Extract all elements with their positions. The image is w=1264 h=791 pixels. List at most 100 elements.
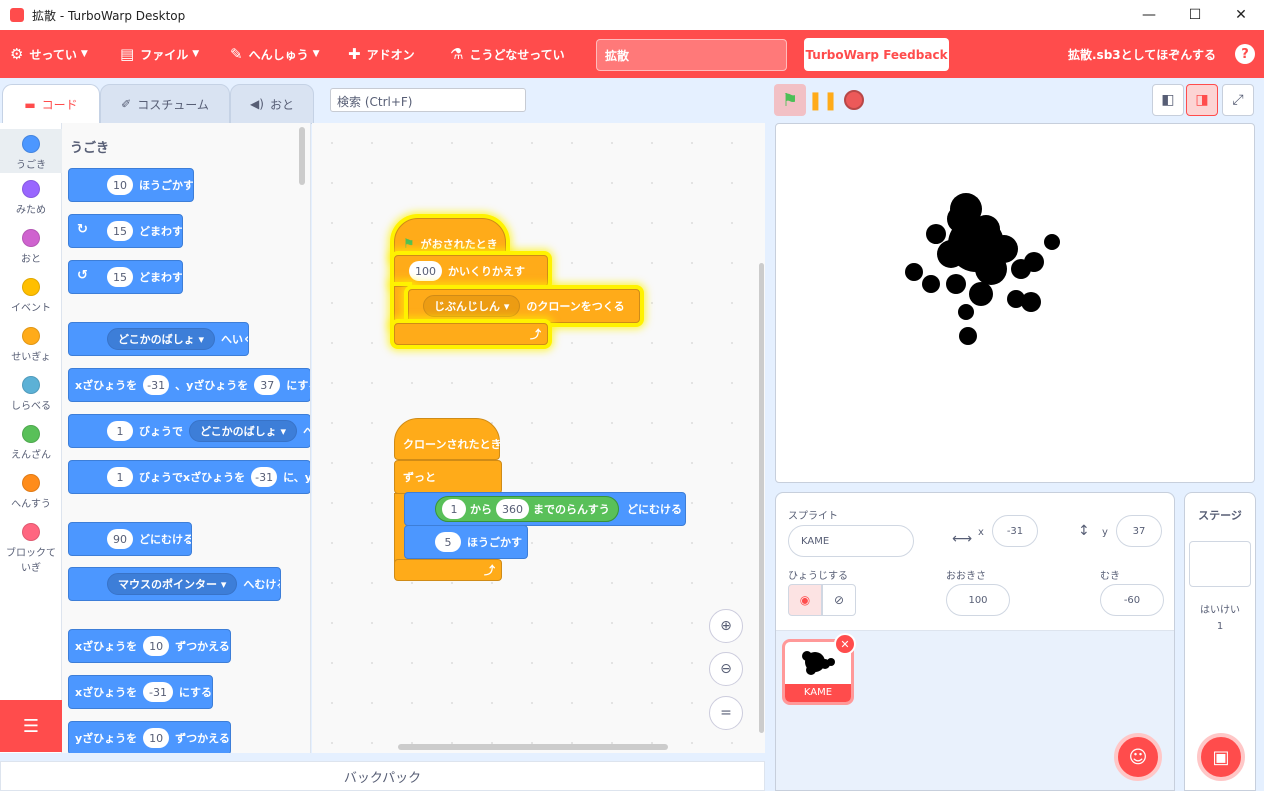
zoom-reset-button[interactable]: =	[709, 696, 743, 730]
repeat-block[interactable]: 100 かいくりかえす	[394, 255, 548, 287]
choose-sprite-button[interactable]: ☺	[1114, 733, 1162, 781]
when-cloned-block[interactable]: クローンされたとき	[394, 418, 501, 460]
stage-selector[interactable]: ステージ はいけい 1 ▣	[1184, 492, 1256, 791]
x-input[interactable]: -31	[992, 515, 1038, 547]
category-motion[interactable]: うごき	[0, 129, 62, 173]
category-operators[interactable]: えんざん	[0, 425, 62, 461]
category-myblocks[interactable]: ブロックていぎ	[0, 523, 62, 574]
small-stage-button[interactable]: ◧	[1152, 84, 1184, 116]
point-towards-block[interactable]: マウスのポインター ▾ へむける	[68, 567, 281, 601]
palette-scrollbar[interactable]	[299, 127, 305, 185]
change-x-block[interactable]: xざひょうを 10 ずつかえる	[68, 629, 231, 663]
zoom-out-button[interactable]: ⊖	[709, 652, 743, 686]
y-input[interactable]: 37	[1116, 515, 1162, 547]
turn-left-block[interactable]: ↺ 15 どまわす	[68, 260, 183, 294]
size-label: おおきさ	[946, 571, 986, 582]
stage-canvas[interactable]	[775, 123, 1255, 483]
workspace-horizontal-scrollbar[interactable]	[398, 744, 668, 750]
size-input[interactable]: 100	[946, 584, 1010, 616]
move-steps-block[interactable]: 5 ほうごかす	[404, 525, 528, 559]
x-input[interactable]: -31	[251, 467, 278, 487]
category-sensing[interactable]: しらべる	[0, 376, 62, 412]
settings-menu[interactable]: ⚙ せってい ▼	[10, 30, 88, 78]
tab-code[interactable]: ▬ コード	[2, 84, 100, 124]
close-window-button[interactable]: ✕	[1218, 0, 1264, 30]
add-extension-button[interactable]: ☰	[0, 700, 62, 752]
pause-icon: ❚❚	[807, 89, 839, 111]
normal-stage-button[interactable]: ◨	[1186, 84, 1218, 116]
addons-menu[interactable]: ✚ アドオン	[348, 30, 415, 78]
choose-backdrop-button[interactable]: ▣	[1197, 733, 1245, 781]
file-menu[interactable]: ▤ ファイル ▼	[120, 30, 199, 78]
hide-sprite-button[interactable]: ⊘	[822, 584, 856, 616]
maximize-button[interactable]: ☐	[1172, 0, 1218, 30]
save-button[interactable]: 拡散.sb3としてほぞんする	[1068, 30, 1216, 78]
dx-input[interactable]: 10	[143, 636, 170, 656]
random-to-input[interactable]: 360	[496, 499, 529, 519]
y-input[interactable]: 37	[254, 375, 281, 395]
x-input[interactable]: -31	[143, 375, 170, 395]
code-workspace[interactable]: ⚑ がおされたとき 100 かいくりかえす じぶんじしん ▾ のクローンをつくる…	[312, 123, 765, 753]
category-looks[interactable]: みため	[0, 180, 62, 216]
degrees-input[interactable]: 15	[107, 267, 133, 287]
towards-dropdown[interactable]: マウスのポインター ▾	[107, 573, 238, 595]
glide-xy-block[interactable]: 1 びょうでxざひょうを -31 に、y	[68, 460, 310, 494]
fullscreen-button[interactable]: ⤢	[1222, 84, 1254, 116]
green-flag-button[interactable]: ⚑	[774, 84, 806, 116]
point-direction-block[interactable]: 90 どにむける	[68, 522, 192, 556]
block-text: どまわす	[139, 271, 183, 284]
delete-sprite-button[interactable]: ✕	[834, 633, 856, 655]
stage-title: ステージ	[1198, 509, 1242, 522]
direction-input[interactable]: -60	[1100, 584, 1164, 616]
tab-costumes[interactable]: ✐ コスチューム	[100, 84, 230, 124]
advanced-settings-menu[interactable]: ⚗ こうどなせってい	[450, 30, 565, 78]
tab-sounds[interactable]: ◀) おと	[230, 84, 314, 124]
puzzle-icon: ✚	[348, 45, 361, 63]
show-sprite-button[interactable]: ◉	[788, 584, 822, 616]
sprite-name-input[interactable]: KAME	[788, 525, 914, 557]
secs-input[interactable]: 1	[107, 421, 133, 441]
block-search-input[interactable]: 検索 (Ctrl+F)	[330, 88, 526, 112]
goto-block[interactable]: どこかのばしょ ▾ へいく	[68, 322, 249, 356]
workspace-vertical-scrollbar[interactable]	[759, 263, 764, 733]
goto-xy-block[interactable]: xざひょうを -31 、yざひょうを 37 にする	[68, 368, 310, 402]
glide-to-block[interactable]: 1 びょうで どこかのばしょ ▾ へい	[68, 414, 310, 448]
category-events[interactable]: イベント	[0, 278, 62, 314]
stage-thumbnail[interactable]	[1189, 541, 1251, 587]
set-x-block[interactable]: xざひょうを -31 にする	[68, 675, 213, 709]
degrees-input[interactable]: 15	[107, 221, 133, 241]
help-button[interactable]: ?	[1235, 44, 1255, 64]
stop-button[interactable]	[838, 84, 870, 116]
backpack[interactable]: バックパック	[0, 761, 765, 791]
change-y-block[interactable]: yざひょうを 10 ずつかえる	[68, 721, 231, 753]
clone-target-dropdown[interactable]: じぶんじしん ▾	[423, 295, 521, 317]
when-flag-clicked-block[interactable]: ⚑ がおされたとき	[394, 218, 506, 260]
create-clone-block[interactable]: じぶんじしん ▾ のクローンをつくる	[408, 289, 640, 323]
green-flag-icon: ⚑	[403, 236, 415, 252]
project-title-input[interactable]: 拡散	[596, 39, 787, 71]
steps-input[interactable]: 10	[107, 175, 133, 195]
pick-random-block[interactable]: 1 から 360 までのらんすう	[435, 496, 619, 522]
dy-input[interactable]: 10	[143, 728, 170, 748]
category-sound[interactable]: おと	[0, 229, 62, 265]
glide-dropdown[interactable]: どこかのばしょ ▾	[189, 420, 298, 442]
forever-block[interactable]: ずっと	[394, 460, 502, 494]
repeat-count-input[interactable]: 100	[409, 261, 442, 281]
feedback-button[interactable]: TurboWarp Feedback	[804, 38, 949, 71]
turn-right-block[interactable]: ↻ 15 どまわす	[68, 214, 183, 248]
edit-menu[interactable]: ✎ へんしゅう ▼	[230, 30, 320, 78]
secs-input[interactable]: 1	[107, 467, 133, 487]
random-from-input[interactable]: 1	[442, 499, 466, 519]
move-steps-block[interactable]: 10 ほうごかす	[68, 168, 194, 202]
pause-button[interactable]: ❚❚	[807, 84, 839, 116]
goto-dropdown[interactable]: どこかのばしょ ▾	[107, 328, 216, 350]
equals-icon: =	[720, 705, 732, 721]
category-control[interactable]: せいぎょ	[0, 327, 62, 363]
steps-input[interactable]: 5	[435, 532, 461, 552]
minimize-button[interactable]: —	[1126, 0, 1172, 30]
zoom-in-button[interactable]: ⊕	[709, 609, 743, 643]
category-variables[interactable]: へんすう	[0, 474, 62, 510]
point-direction-block[interactable]: 1 から 360 までのらんすう どにむける	[404, 492, 686, 526]
direction-input[interactable]: 90	[107, 529, 133, 549]
x-input[interactable]: -31	[143, 682, 173, 702]
